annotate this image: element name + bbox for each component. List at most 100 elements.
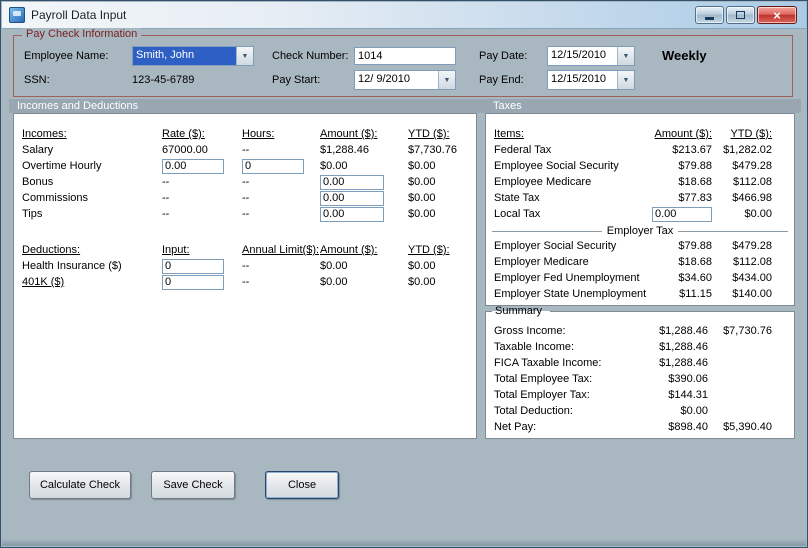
- row-amount: $144.31: [668, 389, 708, 401]
- tax-row-employer-social-security: Employer Social Security $79.88 $479.28: [486, 238, 794, 254]
- bonus-amount-input[interactable]: [320, 174, 384, 190]
- row-amount: $79.88: [678, 160, 712, 172]
- section-label-taxes: Taxes: [493, 100, 522, 112]
- summary-row-total-employer-tax: Total Employer Tax: $144.31: [486, 387, 794, 403]
- 401k-ytd: $0.00: [408, 276, 436, 288]
- 401k-input[interactable]: [162, 274, 224, 290]
- salary-amount: $1,288.46: [320, 144, 369, 156]
- check-number-input[interactable]: [354, 47, 456, 65]
- maximize-button[interactable]: [726, 6, 755, 24]
- row-amount: $898.40: [668, 421, 708, 433]
- 401k-link[interactable]: 401K ($): [22, 276, 162, 288]
- salary-hours: --: [242, 144, 250, 156]
- row-ytd: $5,390.40: [723, 421, 772, 433]
- pay-date-picker[interactable]: 12/15/2010 ▼: [547, 46, 635, 66]
- tax-row-employer-fed-unemployment: Employer Fed Unemployment $34.60 $434.00: [486, 270, 794, 286]
- pay-start-picker[interactable]: 12/ 9/2010 ▼: [354, 70, 456, 90]
- app-icon: [9, 7, 25, 23]
- amount-col-header: Amount ($):: [320, 244, 378, 256]
- overtime-rate-input[interactable]: [162, 158, 224, 174]
- chevron-down-icon[interactable]: ▼: [438, 71, 455, 89]
- summary-legend: Summary: [495, 305, 543, 317]
- payroll-window: Payroll Data Input × Pay Check Informati…: [0, 0, 808, 548]
- local-tax-input[interactable]: [652, 206, 712, 222]
- employee-name-select[interactable]: Smith, John ▼: [132, 46, 254, 66]
- deduction-row-health-insurance: Health Insurance ($) -- $0.00 $0.00: [14, 258, 476, 274]
- taxes-panel: Items: Amount ($): YTD ($): Federal Tax …: [485, 113, 795, 306]
- overtime-hours-input[interactable]: [242, 158, 304, 174]
- commissions-amount-input[interactable]: [320, 190, 384, 206]
- employer-tax-label: Employer Tax: [606, 225, 674, 237]
- row-label: Overtime Hourly: [22, 160, 102, 172]
- tips-hours: --: [242, 208, 250, 220]
- income-row-bonus: Bonus -- -- $0.00: [14, 174, 476, 190]
- row-amount: $390.06: [668, 373, 708, 385]
- pay-end-picker[interactable]: 12/15/2010 ▼: [547, 70, 635, 90]
- row-label: Commissions: [22, 192, 89, 204]
- window-controls: ×: [695, 6, 797, 24]
- commissions-ytd: $0.00: [408, 192, 436, 204]
- pay-end-value: 12/15/2010: [551, 73, 607, 85]
- row-label: State Tax: [494, 192, 540, 204]
- salary-ytd: $7,730.76: [408, 144, 457, 156]
- 401k-amount: $0.00: [320, 276, 348, 288]
- pay-date-value: 12/15/2010: [551, 49, 607, 61]
- tips-amount-input[interactable]: [320, 206, 384, 222]
- summary-row-gross-income: Gross Income: $1,288.46 $7,730.76: [486, 323, 794, 339]
- row-label: Taxable Income:: [494, 341, 575, 353]
- income-row-commissions: Commissions -- -- $0.00: [14, 190, 476, 206]
- save-check-button[interactable]: Save Check: [151, 471, 235, 499]
- employee-name-label: Employee Name:: [24, 50, 109, 62]
- pay-frequency-label: Weekly: [662, 48, 707, 63]
- health-insurance-limit: --: [242, 260, 250, 272]
- chevron-down-icon[interactable]: ▼: [617, 47, 634, 65]
- pay-check-info-group: Pay Check Information Employee Name: Smi…: [13, 28, 793, 97]
- pay-date-label: Pay Date:: [479, 50, 528, 62]
- minimize-icon: [705, 17, 714, 20]
- 401k-limit: --: [242, 276, 250, 288]
- close-button[interactable]: ×: [757, 6, 797, 24]
- row-amount: $1,288.46: [659, 325, 708, 337]
- annual-limit-col-header: Annual Limit($):: [242, 244, 320, 256]
- commissions-hours: --: [242, 192, 250, 204]
- amount-col-header: Amount ($):: [654, 128, 712, 140]
- row-label: Employer Medicare: [494, 256, 589, 268]
- row-label: Salary: [22, 144, 54, 156]
- incomes-header-row: Incomes: Rate ($): Hours: Amount ($): YT…: [14, 126, 476, 142]
- title-bar[interactable]: Payroll Data Input ×: [2, 2, 806, 29]
- row-ytd: $466.98: [732, 192, 772, 204]
- pay-start-value: 12/ 9/2010: [358, 73, 410, 85]
- chevron-down-icon[interactable]: ▼: [617, 71, 634, 89]
- row-amount: $18.68: [678, 256, 712, 268]
- row-ytd: $434.00: [732, 272, 772, 284]
- ytd-col-header: YTD ($):: [730, 128, 772, 140]
- input-col-header: Input:: [162, 244, 190, 256]
- summary-group: Summary Gross Income: $1,288.46 $7,730.7…: [485, 305, 795, 439]
- row-label: Employee Medicare: [494, 176, 592, 188]
- calculate-check-button[interactable]: Calculate Check: [29, 471, 131, 499]
- row-amount: $77.83: [678, 192, 712, 204]
- ssn-label: SSN:: [24, 74, 50, 86]
- chevron-down-icon[interactable]: ▼: [236, 47, 253, 65]
- pay-start-label: Pay Start:: [272, 74, 321, 86]
- row-label: Federal Tax: [494, 144, 552, 156]
- overtime-amount: $0.00: [320, 160, 348, 172]
- employer-tax-divider: Employer Tax: [492, 225, 788, 237]
- summary-row-total-deduction: Total Deduction: $0.00: [486, 403, 794, 419]
- row-ytd: $1,282.02: [723, 144, 772, 156]
- row-label: Employer Social Security: [494, 240, 617, 252]
- row-label: Health Insurance ($): [22, 260, 122, 272]
- window-title: Payroll Data Input: [31, 8, 127, 22]
- row-label: Net Pay:: [494, 421, 537, 433]
- health-insurance-input[interactable]: [162, 258, 224, 274]
- close-dialog-button[interactable]: Close: [265, 471, 339, 499]
- minimize-button[interactable]: [695, 6, 724, 24]
- row-ytd: $112.08: [733, 256, 772, 268]
- maximize-icon: [736, 11, 745, 19]
- deductions-col-header: Deductions:: [22, 244, 81, 256]
- row-label: Total Deduction:: [494, 405, 573, 417]
- row-ytd: $7,730.76: [723, 325, 772, 337]
- ytd-col-header: YTD ($):: [408, 128, 450, 140]
- tax-row-local: Local Tax $0.00: [486, 206, 794, 222]
- rate-col-header: Rate ($):: [162, 128, 205, 140]
